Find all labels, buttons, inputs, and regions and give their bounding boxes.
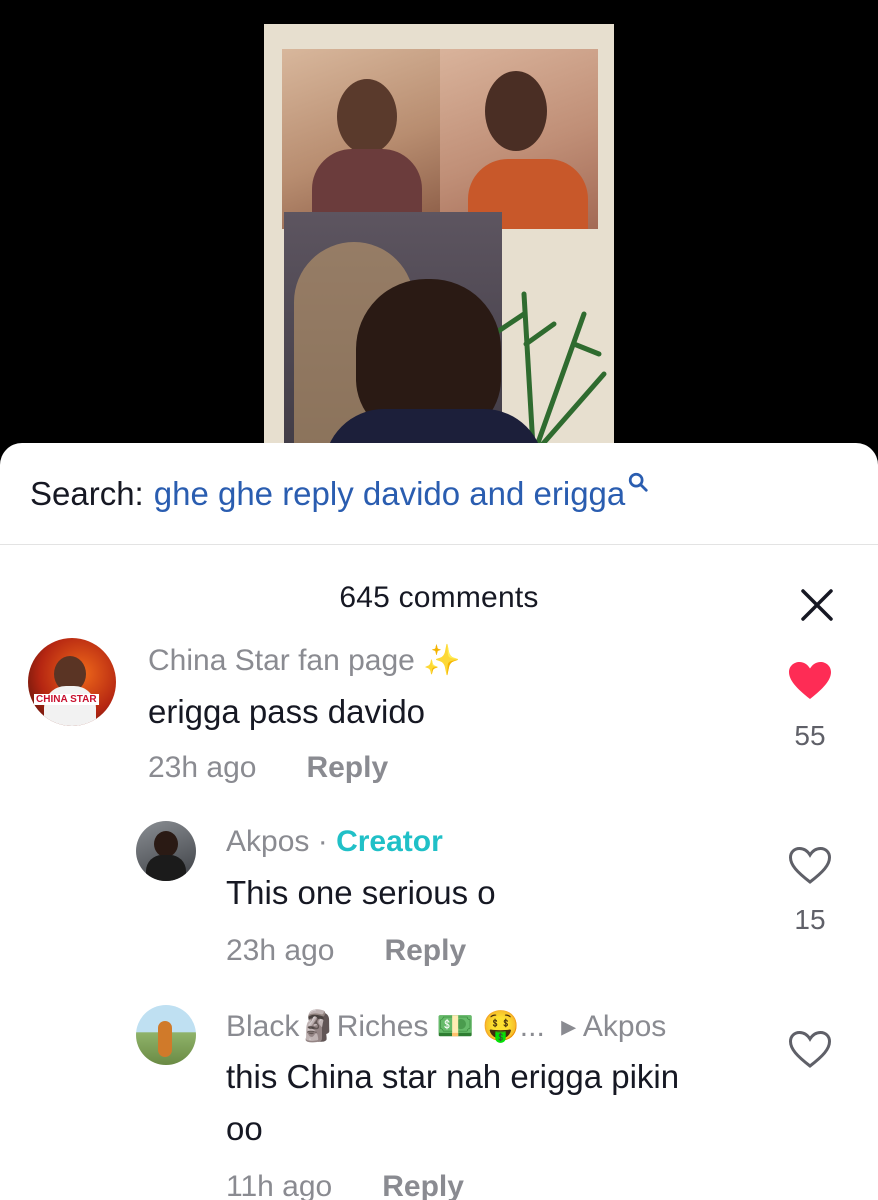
search-query-link[interactable]: ghe ghe reply davido and erigga	[154, 475, 626, 513]
search-icon[interactable]	[627, 471, 649, 493]
comment-meta: 23h ago Reply	[226, 934, 466, 968]
video-player[interactable]	[0, 0, 878, 470]
avatar[interactable]	[136, 1005, 196, 1065]
reply-button[interactable]: Reply	[306, 751, 388, 784]
comments-count: 645 comments	[339, 581, 539, 614]
like-count: 55	[794, 720, 826, 751]
like-count: 15	[794, 904, 826, 935]
comment-time: 23h ago	[148, 751, 257, 784]
heart-filled-icon[interactable]	[788, 660, 832, 702]
avatar-text: CHINA STAR	[34, 694, 99, 705]
reply-button[interactable]: Reply	[382, 1170, 464, 1200]
comment-text: This one serious o	[226, 874, 496, 911]
reply-button[interactable]: Reply	[384, 934, 466, 967]
comment-text: erigga pass davido	[148, 693, 426, 730]
heart-outline-icon[interactable]	[788, 1029, 832, 1071]
comment-text: this China star nah erigga pikin oo	[226, 1058, 680, 1147]
avatar[interactable]	[136, 821, 196, 881]
comment-meta: 11h ago Reply	[226, 1170, 464, 1200]
comment-time: 23h ago	[226, 934, 335, 967]
comment-username-row: Akpos · Creator	[226, 825, 443, 859]
video-frame	[264, 24, 614, 464]
search-label: Search:	[30, 474, 144, 512]
heart-outline-icon[interactable]	[788, 845, 832, 887]
comments-sheet: Search: ghe ghe reply davido and erigga …	[0, 443, 878, 1200]
comment-username-row: Black🗿Riches 💵 🤑... ▸ Akpos	[226, 1009, 666, 1044]
reply-to-user[interactable]: ▸ Akpos	[561, 1010, 666, 1043]
comment-username[interactable]: China Star fan page ✨	[148, 643, 461, 678]
comment-username[interactable]: Black🗿Riches 💵 🤑...	[226, 1010, 545, 1043]
avatar[interactable]: CHINA STAR	[28, 638, 116, 726]
poster-photo-right	[440, 49, 598, 229]
poster-photo-left	[282, 49, 440, 229]
separator: ·	[309, 825, 337, 858]
search-suggestion[interactable]: Search: ghe ghe reply davido and erigga	[0, 443, 878, 545]
comment-time: 11h ago	[226, 1170, 333, 1200]
creator-badge: Creator	[336, 825, 443, 858]
close-icon[interactable]	[800, 588, 834, 622]
comment-username[interactable]: Akpos	[226, 825, 309, 858]
comment-meta: 23h ago Reply	[148, 751, 388, 785]
